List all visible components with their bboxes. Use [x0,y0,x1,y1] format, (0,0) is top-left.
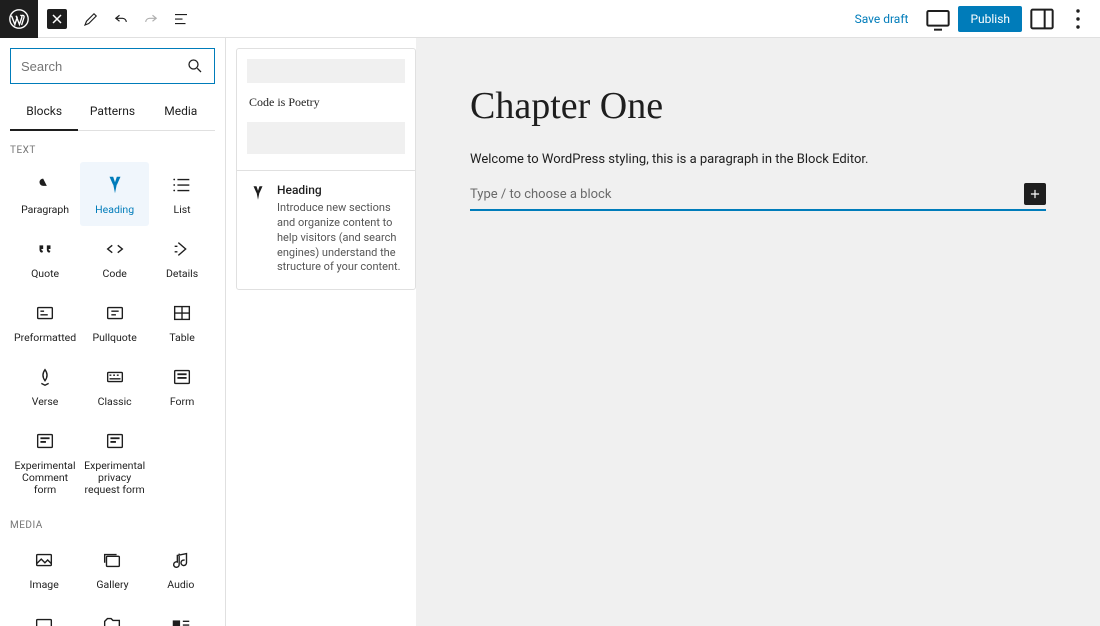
block-item-list[interactable]: List [149,162,215,226]
block-item-media-text[interactable]: Media & Text [147,602,215,626]
block-item-quote[interactable]: Quote [10,226,80,290]
table-icon [171,302,193,324]
plus-icon [1028,187,1042,201]
redo-button [136,0,166,38]
block-item-details[interactable]: Details [149,226,215,290]
block-item-cover[interactable]: Cover [10,602,78,626]
pullquote-icon [104,302,126,324]
sidebar-icon [1026,3,1058,35]
close-icon [51,13,63,25]
post-title[interactable]: Chapter One [470,84,1046,128]
cover-icon [33,614,55,626]
block-item-file[interactable]: File [78,602,146,626]
block-item-privacy-form[interactable]: Experimental privacy request form [80,418,149,506]
heading-icon [104,174,126,196]
search-icon [186,57,204,75]
block-item-form[interactable]: Form [149,354,215,418]
save-draft-button[interactable]: Save draft [845,6,919,32]
top-toolbar: Save draft Publish [0,0,1100,38]
form2b-icon [104,430,126,452]
section-label-media: MEDIA [10,506,215,537]
form-icon [171,366,193,388]
undo-button[interactable] [106,0,136,38]
details-icon [171,238,193,260]
block-item-image[interactable]: Image [10,537,78,601]
publish-button[interactable]: Publish [958,6,1022,32]
block-item-heading[interactable]: Heading [80,162,149,226]
heading-icon [249,184,267,202]
block-preview-panel: Code is Poetry Heading Introduce new sec… [226,38,416,626]
list-icon [171,174,193,196]
file-icon [101,614,123,626]
gallery-icon [101,549,123,571]
inserter-tabs: Blocks Patterns Media [10,94,215,131]
block-placeholder-text: Type / to choose a block [470,187,611,202]
block-item-audio[interactable]: Audio [147,537,215,601]
block-item-code[interactable]: Code [80,226,149,290]
preview-block-description: Introduce new sections and organize cont… [277,201,403,275]
verse-icon [34,366,56,388]
block-item-pullquote[interactable]: Pullquote [80,290,149,354]
code-icon [104,238,126,260]
inline-add-block-button[interactable] [1024,183,1046,205]
classic-icon [104,366,126,388]
block-item-table[interactable]: Table [149,290,215,354]
document-overview-button[interactable] [166,0,196,38]
preview-bar [247,122,405,154]
preview-button[interactable] [922,3,954,35]
quote-icon [34,238,56,260]
paragraph-block[interactable]: Welcome to WordPress styling, this is a … [470,152,1046,167]
image-icon [33,549,55,571]
close-inserter-button[interactable] [38,0,76,38]
block-item-preformatted[interactable]: Preformatted [10,290,80,354]
audio-icon [170,549,192,571]
tab-patterns[interactable]: Patterns [78,94,146,130]
tab-blocks[interactable]: Blocks [10,94,78,130]
preview-bar [247,59,405,83]
settings-sidebar-button[interactable] [1026,3,1058,35]
list-view-icon [172,10,190,28]
block-item-gallery[interactable]: Gallery [78,537,146,601]
empty-block-appender[interactable]: Type / to choose a block [470,181,1046,211]
block-item-comment-form[interactable]: Experimental Comment form [10,418,80,506]
search-input[interactable] [21,59,167,74]
options-menu-button[interactable] [1062,3,1094,35]
redo-icon [142,10,160,28]
paragraph-icon [34,174,56,196]
edit-tool-button[interactable] [76,0,106,38]
pencil-icon [82,10,100,28]
wordpress-icon [8,8,30,30]
block-item-paragraph[interactable]: Paragraph [10,162,80,226]
preview-block-title: Heading [277,183,403,197]
block-item-verse[interactable]: Verse [10,354,80,418]
editor-canvas[interactable]: Chapter One Welcome to WordPress styling… [416,38,1100,626]
block-item-classic[interactable]: Classic [80,354,149,418]
block-inserter-panel: Blocks Patterns Media TEXT Paragraph Hea… [0,38,226,626]
wordpress-logo[interactable] [0,0,38,38]
desktop-icon [922,3,954,35]
form2-icon [34,430,56,452]
media-text-icon [170,614,192,626]
tab-media[interactable]: Media [147,94,215,130]
section-label-text: TEXT [10,131,215,162]
undo-icon [112,10,130,28]
preview-sample-text: Code is Poetry [247,89,405,116]
search-container [10,48,215,84]
kebab-icon [1062,3,1094,35]
preformatted-icon [34,302,56,324]
